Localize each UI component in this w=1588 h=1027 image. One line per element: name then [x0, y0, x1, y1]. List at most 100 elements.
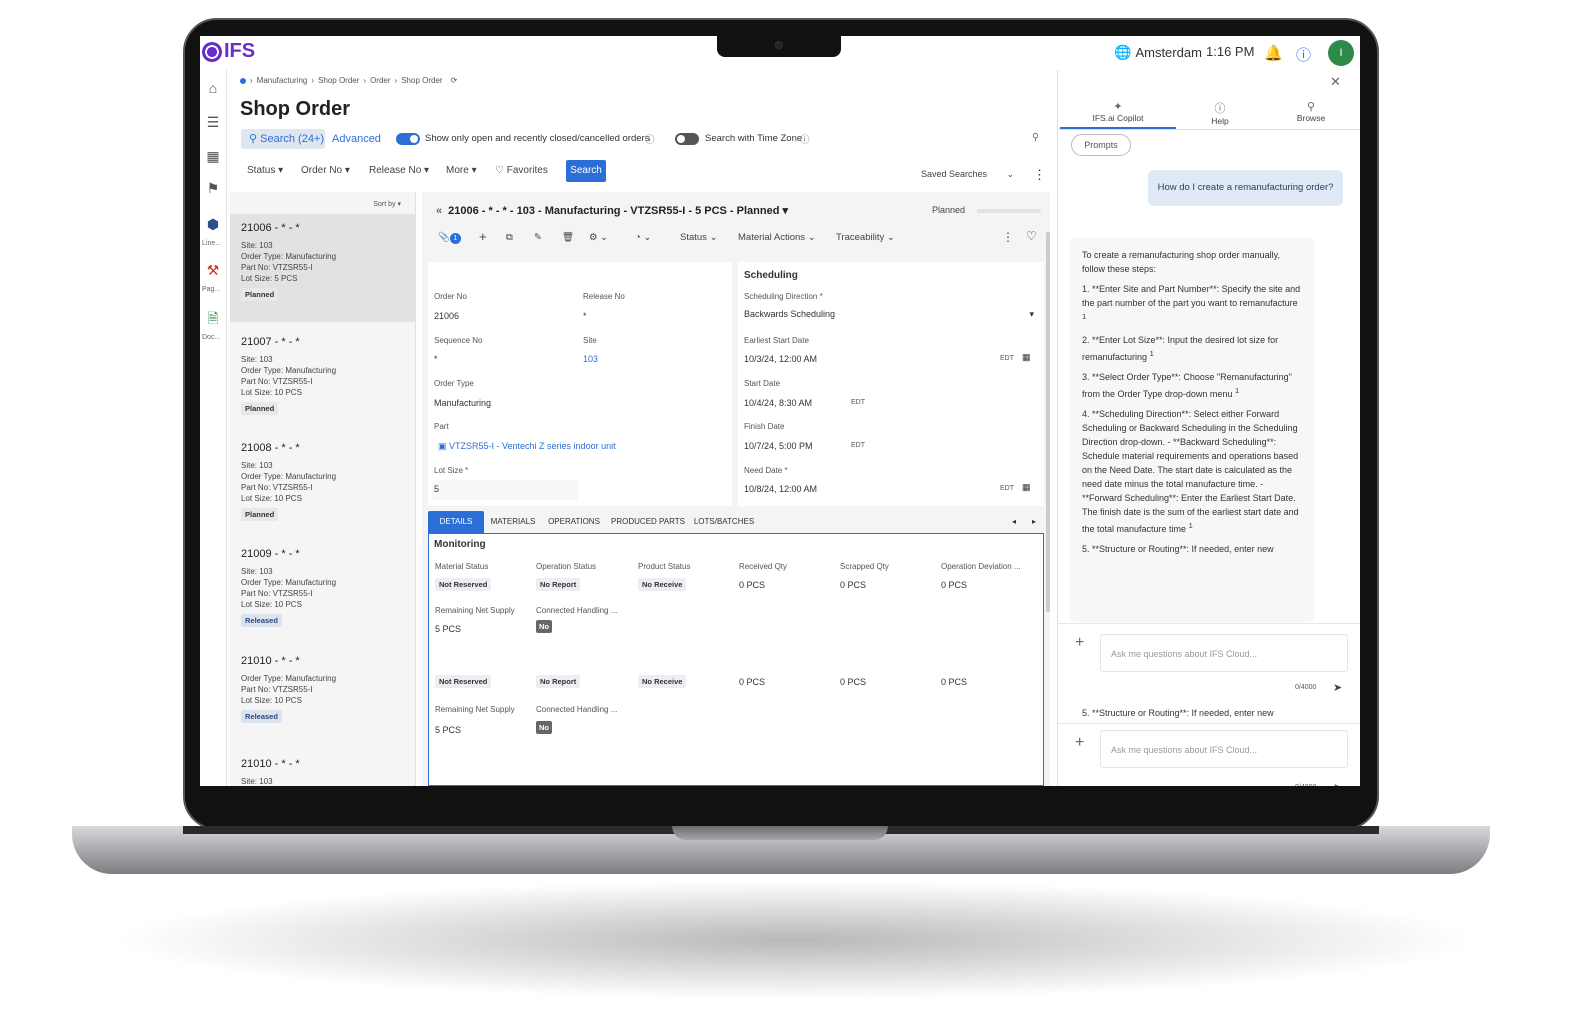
search-results-button[interactable]: ⚲ Search (24+) — [241, 129, 325, 149]
globe-icon: 🌐 — [1114, 44, 1132, 60]
tab-copilot[interactable]: ✦ IFS.ai Copilot — [1068, 100, 1168, 123]
collapse-icon[interactable]: « — [436, 205, 442, 217]
list-item[interactable]: 21010 - * - * Order Type: Manufacturing … — [230, 647, 416, 724]
apps-grid-icon[interactable]: ▦ — [205, 148, 221, 164]
filter-release-no[interactable]: Release No ▾ — [369, 165, 429, 176]
advanced-search-link[interactable]: Advanced — [332, 133, 381, 145]
bookmark-icon[interactable]: ⚑ — [205, 180, 221, 196]
document-icon[interactable]: 🗎 — [205, 310, 221, 326]
order-no-value: 21006 — [434, 311, 460, 321]
delete-icon[interactable]: 🗑 — [562, 232, 574, 243]
info-icon[interactable]: ⓘ — [800, 132, 810, 146]
material-actions-menu[interactable]: Material Actions ⌄ — [738, 232, 816, 243]
search-icon: ⚲ — [1306, 101, 1316, 113]
filter-order-no[interactable]: Order No ▾ — [301, 165, 350, 176]
home-icon[interactable]: ⌂ — [205, 80, 221, 96]
info-icon[interactable]: ⓘ — [645, 132, 655, 146]
list-item[interactable]: 21009 - * - * Site: 103 Order Type: Manu… — [230, 540, 416, 628]
bell-icon[interactable]: 🔔 — [1264, 44, 1283, 62]
pin-icon[interactable]: ⚲ — [1032, 132, 1039, 143]
site-link[interactable]: 103 — [583, 354, 598, 364]
ask-input[interactable]: Ask me questions about IFS Cloud... — [1100, 634, 1348, 672]
help-icon[interactable]: ⓘ — [1296, 44, 1311, 65]
breadcrumb-item[interactable]: Shop Order — [401, 76, 442, 85]
state-progress-track — [977, 208, 1042, 213]
calendar-icon[interactable]: ▦ — [1022, 482, 1031, 493]
add-icon[interactable]: + — [1075, 634, 1084, 652]
logo-sun-icon — [202, 41, 222, 62]
tab-lots-batches[interactable]: LOTS/BATCHES — [692, 511, 756, 533]
earliest-start-input[interactable]: 10/3/24, 12:00 AM — [744, 354, 817, 364]
notify-icon[interactable]: ⚙ ⌄ — [589, 232, 608, 243]
order-type-value: Manufacturing — [434, 398, 492, 408]
chart-icon[interactable]: ◔ ⌄ — [635, 232, 651, 243]
ask-input[interactable]: Ask me questions about IFS Cloud... — [1100, 730, 1348, 768]
traceability-menu[interactable]: Traceability ⌄ — [836, 232, 895, 243]
need-date-input[interactable]: 10/8/24, 12:00 AM — [744, 484, 817, 494]
scheduling-card: Scheduling Scheduling Direction * Backwa… — [738, 262, 1044, 506]
list-item[interactable]: 21006 - * - * Site: 103 Order Type: Manu… — [230, 214, 416, 322]
breadcrumb-home-dot[interactable] — [240, 77, 246, 84]
attachments-button[interactable]: 📎 1 — [438, 232, 461, 244]
tab-produced-parts[interactable]: PRODUCED PARTS — [610, 511, 686, 533]
favorite-heart-icon[interactable]: ♡ — [1026, 229, 1037, 243]
open-orders-toggle[interactable] — [396, 133, 420, 145]
add-icon[interactable]: + — [1075, 734, 1084, 752]
tab-scroll-left-icon[interactable]: ◂ — [1008, 511, 1020, 533]
sort-by-dropdown[interactable]: Sort by ▾ — [373, 200, 401, 208]
state-indicator: Planned — [932, 205, 1042, 215]
filter-more[interactable]: More ▾ — [446, 165, 477, 176]
tools-icon[interactable]: ⚒ — [205, 262, 221, 278]
record-header[interactable]: «21006 - * - * - 103 - Manufacturing - V… — [436, 204, 788, 217]
status-badge: Planned — [241, 508, 279, 521]
material-status-tag: Not Reserved — [435, 675, 492, 688]
tab-browse[interactable]: ⚲ Browse — [1261, 100, 1360, 123]
timezone-toggle[interactable] — [675, 133, 699, 145]
cube-icon[interactable]: ⬢ — [205, 216, 221, 232]
sequence-no-value: * — [434, 354, 438, 364]
record-list: Sort by ▾ 21006 - * - * Site: 103 Order … — [230, 192, 416, 786]
tab-operations[interactable]: OPERATIONS — [546, 511, 602, 533]
no-tag: No — [536, 721, 552, 734]
send-icon[interactable]: ➤ — [1333, 681, 1342, 694]
close-icon[interactable]: ✕ — [1330, 74, 1341, 90]
refresh-icon[interactable]: ⟳ — [451, 76, 458, 85]
breadcrumb-item[interactable]: Shop Order — [318, 76, 359, 85]
scheduling-direction-select[interactable]: Backwards Scheduling ▾ — [742, 304, 1038, 324]
add-icon[interactable]: + — [479, 229, 487, 244]
menu-icon[interactable]: ☰ — [205, 114, 221, 130]
more-options-icon[interactable]: ⋮ — [1002, 230, 1014, 244]
copilot-panel: ✕ ✦ IFS.ai Copilot ⓘ Help ⚲ Browse Prompts … — [1057, 70, 1360, 786]
saved-searches-dropdown[interactable]: Saved Searches ⌄ — [918, 164, 1018, 184]
list-item[interactable]: 21010 - * - * Site: 103 — [230, 750, 416, 786]
tab-help[interactable]: ⓘ Help — [1170, 100, 1270, 126]
prompts-button[interactable]: Prompts — [1071, 134, 1131, 156]
status-menu[interactable]: Status ⌄ — [680, 232, 718, 243]
timezone-label: Search with Time Zone — [705, 133, 803, 144]
list-item[interactable]: 21007 - * - * Site: 103 Order Type: Manu… — [230, 328, 416, 416]
edit-icon[interactable]: ✎ — [534, 232, 542, 243]
location-selector[interactable]: 🌐 Amsterdam — [1114, 44, 1202, 61]
list-item[interactable]: 21008 - * - * Site: 103 Order Type: Manu… — [230, 434, 416, 522]
tab-materials[interactable]: MATERIALS — [488, 511, 538, 533]
copy-icon[interactable]: ⧉ — [506, 232, 513, 243]
tab-details[interactable]: DETAILS — [428, 511, 484, 533]
breadcrumb-item[interactable]: Order — [370, 76, 390, 85]
filter-status[interactable]: Status ▾ — [247, 165, 283, 176]
lot-size-input[interactable]: 5 — [432, 480, 578, 500]
tab-scroll-right-icon[interactable]: ▸ — [1028, 511, 1040, 533]
search-button[interactable]: Search — [566, 160, 606, 182]
ifs-logo[interactable]: IFS — [202, 40, 255, 63]
part-link[interactable]: ▣ VTZSR55-I - Ventechi Z series indoor u… — [438, 441, 616, 452]
avatar[interactable]: I — [1328, 40, 1354, 66]
scrollbar[interactable] — [1046, 232, 1050, 612]
calendar-icon[interactable]: ▦ — [1022, 352, 1031, 363]
filter-favorites[interactable]: ♡ Favorites — [495, 165, 548, 176]
more-options-icon[interactable]: ⋮ — [1033, 167, 1046, 183]
breadcrumb-item[interactable]: Manufacturing — [257, 76, 308, 85]
rail-label-page: Pag... — [202, 286, 221, 293]
status-badge: Released — [241, 710, 282, 723]
breadcrumb: › Manufacturing › Shop Order › Order › Shop … — [240, 76, 457, 85]
send-icon[interactable]: ➤ — [1333, 781, 1342, 786]
no-tag: No — [536, 620, 552, 633]
